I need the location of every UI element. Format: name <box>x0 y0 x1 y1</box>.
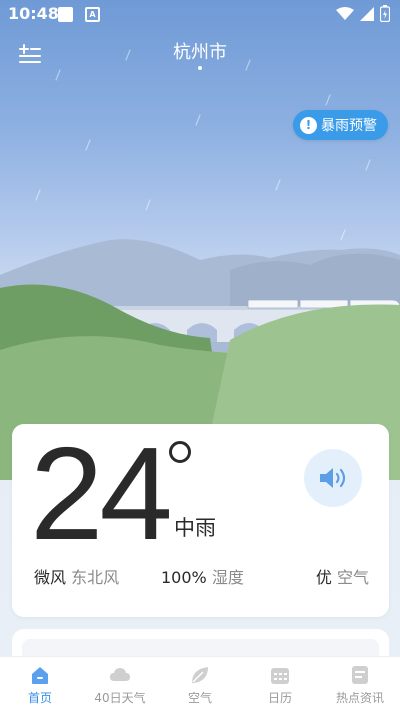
app-notification-icon: A <box>85 7 100 22</box>
degree-symbol <box>169 441 191 463</box>
tab-label: 日历 <box>267 691 292 705</box>
header: 杭州市 <box>0 30 400 78</box>
tab-label: 热点资讯 <box>335 691 384 705</box>
system-icons <box>336 5 390 22</box>
humidity-stat: 100% 湿度 <box>161 568 244 587</box>
weather-condition: 中雨 <box>174 516 216 540</box>
leaf-icon <box>192 667 208 683</box>
alert-label: 暴雨预警 <box>321 118 377 134</box>
tab-air[interactable]: 空气 <box>160 657 240 711</box>
cloud-icon <box>110 668 130 681</box>
city-title[interactable]: 杭州市 <box>0 38 400 64</box>
tab-label: 首页 <box>27 691 52 705</box>
air-quality-stat[interactable]: 优 空气 <box>316 564 369 588</box>
rainstorm-alert-button[interactable]: ! 暴雨预警 <box>293 110 388 140</box>
status-bar: 10:48 A <box>0 0 400 28</box>
tab-home[interactable]: 首页 <box>0 657 80 711</box>
tab-calendar[interactable]: 日历 <box>240 657 320 711</box>
weather-stats: 微风 东北风 100% 湿度 优 空气 <box>34 564 369 588</box>
voice-broadcast-button[interactable] <box>304 449 362 507</box>
current-temperature: 24 <box>30 420 173 567</box>
exclamation-icon: ! <box>300 116 317 134</box>
home-icon <box>32 667 48 684</box>
calendar-icon <box>271 668 289 684</box>
notification-icon <box>58 7 73 22</box>
bottom-tab-bar: 首页 40日天气 空气 日历 热点资讯 <box>0 656 400 711</box>
tab-label: 空气 <box>187 691 212 705</box>
wind-stat: 微风 东北风 <box>34 568 120 587</box>
signal-icon <box>360 6 374 21</box>
page-indicator-dot <box>198 66 202 70</box>
tab-label: 40日天气 <box>94 691 146 705</box>
status-time: 10:48 <box>8 4 59 23</box>
tab-news[interactable]: 热点资讯 <box>320 657 400 711</box>
speaker-icon <box>320 468 346 488</box>
tab-40-day[interactable]: 40日天气 <box>80 657 160 711</box>
battery-icon <box>380 5 390 22</box>
news-icon <box>352 666 368 684</box>
current-weather-card[interactable]: 24 中雨 微风 东北风 100% 湿度 优 空气 <box>12 424 389 617</box>
wifi-icon <box>336 6 354 20</box>
